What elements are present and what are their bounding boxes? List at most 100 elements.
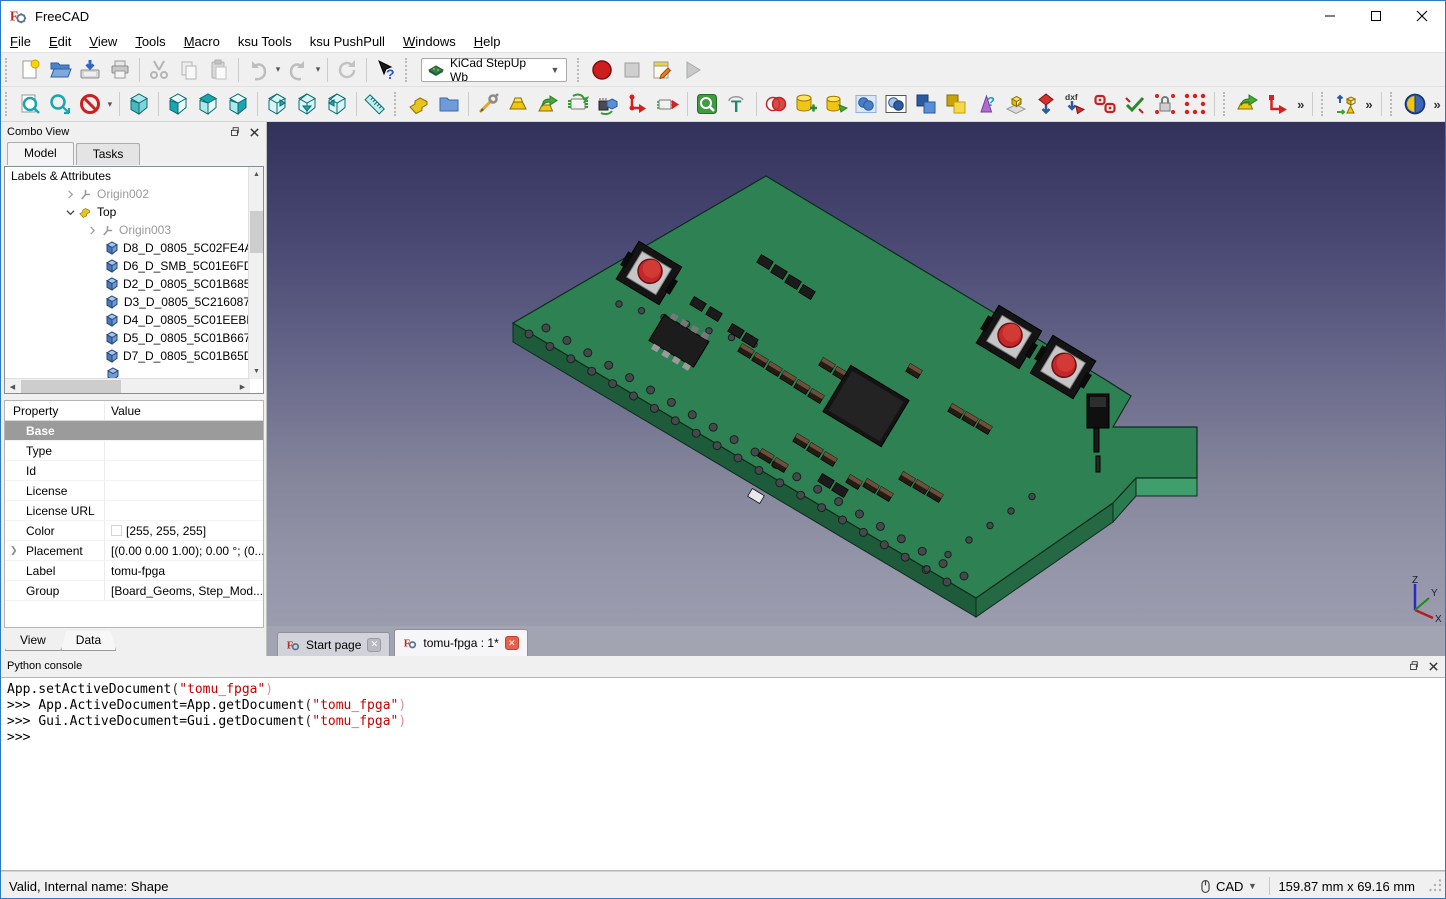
toolbar-grip[interactable] (1321, 92, 1328, 116)
export-ingot-button[interactable] (503, 90, 533, 119)
view-top-button[interactable] (193, 90, 223, 119)
view-axonometric-button[interactable] (124, 90, 154, 119)
expander-icon[interactable]: ❯ (10, 545, 18, 556)
zoom-selection-button[interactable] (45, 90, 75, 119)
view-front-button[interactable] (163, 90, 193, 119)
scroll-left-icon[interactable]: ◀ (5, 379, 20, 394)
undo-dropdown[interactable]: ▾ (273, 64, 283, 75)
new-pcb-part-button[interactable] (404, 90, 434, 119)
open-button[interactable] (45, 55, 75, 84)
console-close-button[interactable] (1425, 659, 1441, 673)
property-row-type[interactable]: Type (5, 441, 263, 461)
view-bottom-button[interactable] (292, 90, 322, 119)
menu-view[interactable]: View (80, 32, 126, 51)
tree-item-d3[interactable]: D3_D_0805_5C216087 (5, 293, 250, 311)
property-row-license-url[interactable]: License URL (5, 501, 263, 521)
load-footprints-button[interactable] (563, 90, 593, 119)
refresh-button[interactable] (332, 55, 362, 84)
redo-button[interactable] (283, 55, 313, 84)
tab-tasks[interactable]: Tasks (76, 143, 141, 165)
resize-grip[interactable] (1429, 879, 1443, 893)
tab-close-button[interactable]: ✕ (505, 636, 519, 650)
link-pair-button[interactable] (1090, 90, 1120, 119)
console-float-button[interactable] (1405, 659, 1421, 673)
tab-close-button[interactable]: ✕ (367, 638, 381, 652)
ic-to-step-button[interactable] (593, 90, 623, 119)
tree-item-d4[interactable]: D4_D_0805_5C01EEBE (5, 311, 250, 329)
scroll-right-icon[interactable]: ▶ (235, 379, 250, 394)
tree-item-origin003[interactable]: Origin003 (5, 221, 250, 239)
fuse-shapes-button[interactable] (851, 90, 881, 119)
menu-edit[interactable]: Edit (40, 32, 80, 51)
toolbar-overflow-1[interactable]: » (1293, 97, 1308, 112)
tab-data[interactable]: Data (61, 631, 116, 651)
push-ingot-button[interactable] (533, 90, 563, 119)
property-row-color[interactable]: Color [255, 255, 255] (5, 521, 263, 541)
menu-help[interactable]: Help (465, 32, 510, 51)
validate-shape-button[interactable] (1120, 90, 1150, 119)
combo-float-button[interactable] (226, 125, 242, 139)
toolbar-grip[interactable] (5, 92, 12, 116)
ksu-text-button[interactable]: T (722, 90, 752, 119)
tree-horizontal-scrollbar[interactable]: ◀ ▶ (5, 378, 250, 393)
expander-icon[interactable] (63, 208, 77, 217)
navigation-style-dropdown[interactable]: CAD ▼ (1195, 878, 1261, 895)
menu-macro[interactable]: Macro (175, 32, 229, 51)
tree-vertical-scrollbar[interactable]: ▲ ▼ (248, 167, 263, 379)
new-file-button[interactable] (15, 55, 45, 84)
tab-view[interactable]: View (5, 631, 61, 651)
lock-position-button[interactable] (1150, 90, 1180, 119)
macro-edit-button[interactable] (647, 55, 677, 84)
python-console-input[interactable]: App.setActiveDocument("tomu_fpga") >>> A… (1, 677, 1445, 871)
export-ingot-2-button[interactable] (1233, 90, 1263, 119)
menu-file[interactable]: File (1, 32, 40, 51)
scroll-down-icon[interactable]: ▼ (249, 364, 264, 379)
shape-question-button[interactable]: ? (971, 90, 1001, 119)
macro-play-button[interactable] (677, 55, 707, 84)
tree-item-d6[interactable]: D6_D_SMB_5C01E6FD (5, 257, 250, 275)
paste-button[interactable] (204, 55, 234, 84)
save-button[interactable] (75, 55, 105, 84)
tree-item-d8[interactable]: D8_D_0805_5C02FE4A (5, 239, 250, 257)
cut-button[interactable] (144, 55, 174, 84)
tree-item-d5[interactable]: D5_D_0805_5C01B667 (5, 329, 250, 347)
copy-button[interactable] (174, 55, 204, 84)
menu-windows[interactable]: Windows (394, 32, 465, 51)
open-board-button[interactable] (434, 90, 464, 119)
cylinder-add-button[interactable] (791, 90, 821, 119)
property-row-license[interactable]: License (5, 481, 263, 501)
view-left-button[interactable] (322, 90, 352, 119)
common-shapes-button[interactable] (881, 90, 911, 119)
toolbar-grip[interactable] (5, 58, 12, 82)
expander-icon[interactable] (63, 190, 77, 199)
toolbar-grip[interactable] (1390, 92, 1397, 116)
toolbar-grip[interactable] (405, 58, 412, 82)
step-export-button[interactable] (1031, 90, 1061, 119)
workbench-selector[interactable]: KiCad StepUp Wb ▼ (421, 58, 567, 82)
dxf-export-button[interactable]: dxf (1060, 90, 1090, 119)
redo-dropdown[interactable]: ▾ (313, 64, 323, 75)
undo-button[interactable] (243, 55, 273, 84)
3d-viewport[interactable]: Z Y X (267, 122, 1446, 626)
minimize-button[interactable] (1307, 1, 1353, 31)
property-row-label[interactable]: Label tomu-fpga (5, 561, 263, 581)
ksu-settings-button[interactable] (692, 90, 722, 119)
tab-model[interactable]: Model (7, 142, 74, 165)
macro-record-button[interactable] (587, 55, 617, 84)
expander-icon[interactable] (85, 226, 99, 235)
menu-ksu-pushpull[interactable]: ksu PushPull (301, 32, 394, 51)
menu-tools[interactable]: Tools (126, 32, 174, 51)
property-row-id[interactable]: Id (5, 461, 263, 481)
boolean-venn-button[interactable] (761, 90, 791, 119)
tab-start-page[interactable]: F Start page ✕ (277, 632, 390, 656)
console-prompt-line[interactable]: >>> (7, 730, 1445, 746)
print-button[interactable] (105, 55, 135, 84)
tree-item-origin002[interactable]: Origin002 (5, 185, 250, 203)
transform-part-button[interactable] (1331, 90, 1361, 119)
push-footprint-button[interactable] (653, 90, 683, 119)
combo-close-button[interactable] (246, 125, 262, 139)
toolbar-overflow-2[interactable]: » (1361, 97, 1376, 112)
cut-yellow-button[interactable] (941, 90, 971, 119)
close-button[interactable] (1399, 1, 1445, 31)
tree-item-top[interactable]: Top (5, 203, 250, 221)
